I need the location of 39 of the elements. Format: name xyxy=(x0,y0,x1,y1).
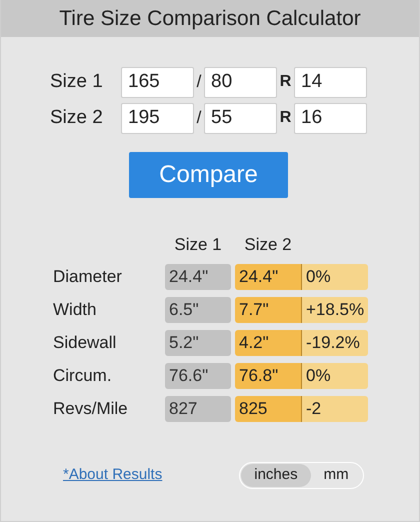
unit-option[interactable]: mm xyxy=(310,464,362,487)
size-2-value: 7.7" xyxy=(235,296,302,322)
difference-value: -2 xyxy=(302,396,368,422)
difference-value: 0% xyxy=(302,264,368,290)
aspect-field[interactable]: 80 xyxy=(204,66,277,98)
width-field[interactable]: 165 xyxy=(121,66,194,98)
difference-value: +18.5% xyxy=(302,296,368,322)
row-label: Revs/Mile xyxy=(53,398,129,420)
rim-letter: R xyxy=(278,72,292,92)
compare-button[interactable]: Compare xyxy=(129,152,288,198)
size-1-value: 24.4" xyxy=(165,264,231,290)
size-1-value: 5.2" xyxy=(165,330,231,356)
unit-option[interactable]: inches xyxy=(241,464,311,487)
size-2-value: 76.8" xyxy=(235,362,302,388)
size-2-value: 24.4" xyxy=(235,264,302,290)
row-label: Circum. xyxy=(53,364,113,387)
size-1-value: 6.5" xyxy=(165,296,231,322)
difference-value: 0% xyxy=(302,362,368,388)
rim-letter: R xyxy=(278,108,292,128)
slash-separator: / xyxy=(196,107,202,130)
row-label: Diameter xyxy=(53,266,123,288)
slash-separator: / xyxy=(196,71,202,94)
row-label: Width xyxy=(53,298,98,321)
width-field[interactable]: 195 xyxy=(121,102,194,134)
size-2-value: 4.2" xyxy=(235,330,302,356)
row-label: Sidewall xyxy=(53,332,118,354)
size-1-value: 827 xyxy=(165,396,231,422)
column-header: Size 1 xyxy=(173,234,223,256)
size-label: Size 1 xyxy=(50,70,104,94)
rim-field[interactable]: 14 xyxy=(294,66,367,98)
column-header: Size 2 xyxy=(243,234,293,256)
about-results-link[interactable]: *About Results xyxy=(63,464,162,487)
size-label: Size 2 xyxy=(50,106,104,130)
size-2-value: 825 xyxy=(235,396,302,422)
difference-value: -19.2% xyxy=(302,330,368,356)
aspect-field[interactable]: 55 xyxy=(204,102,277,134)
size-1-value: 76.6" xyxy=(165,362,231,388)
page-title: Tire Size Comparison Calculator xyxy=(1,0,419,37)
rim-field[interactable]: 16 xyxy=(294,102,367,134)
